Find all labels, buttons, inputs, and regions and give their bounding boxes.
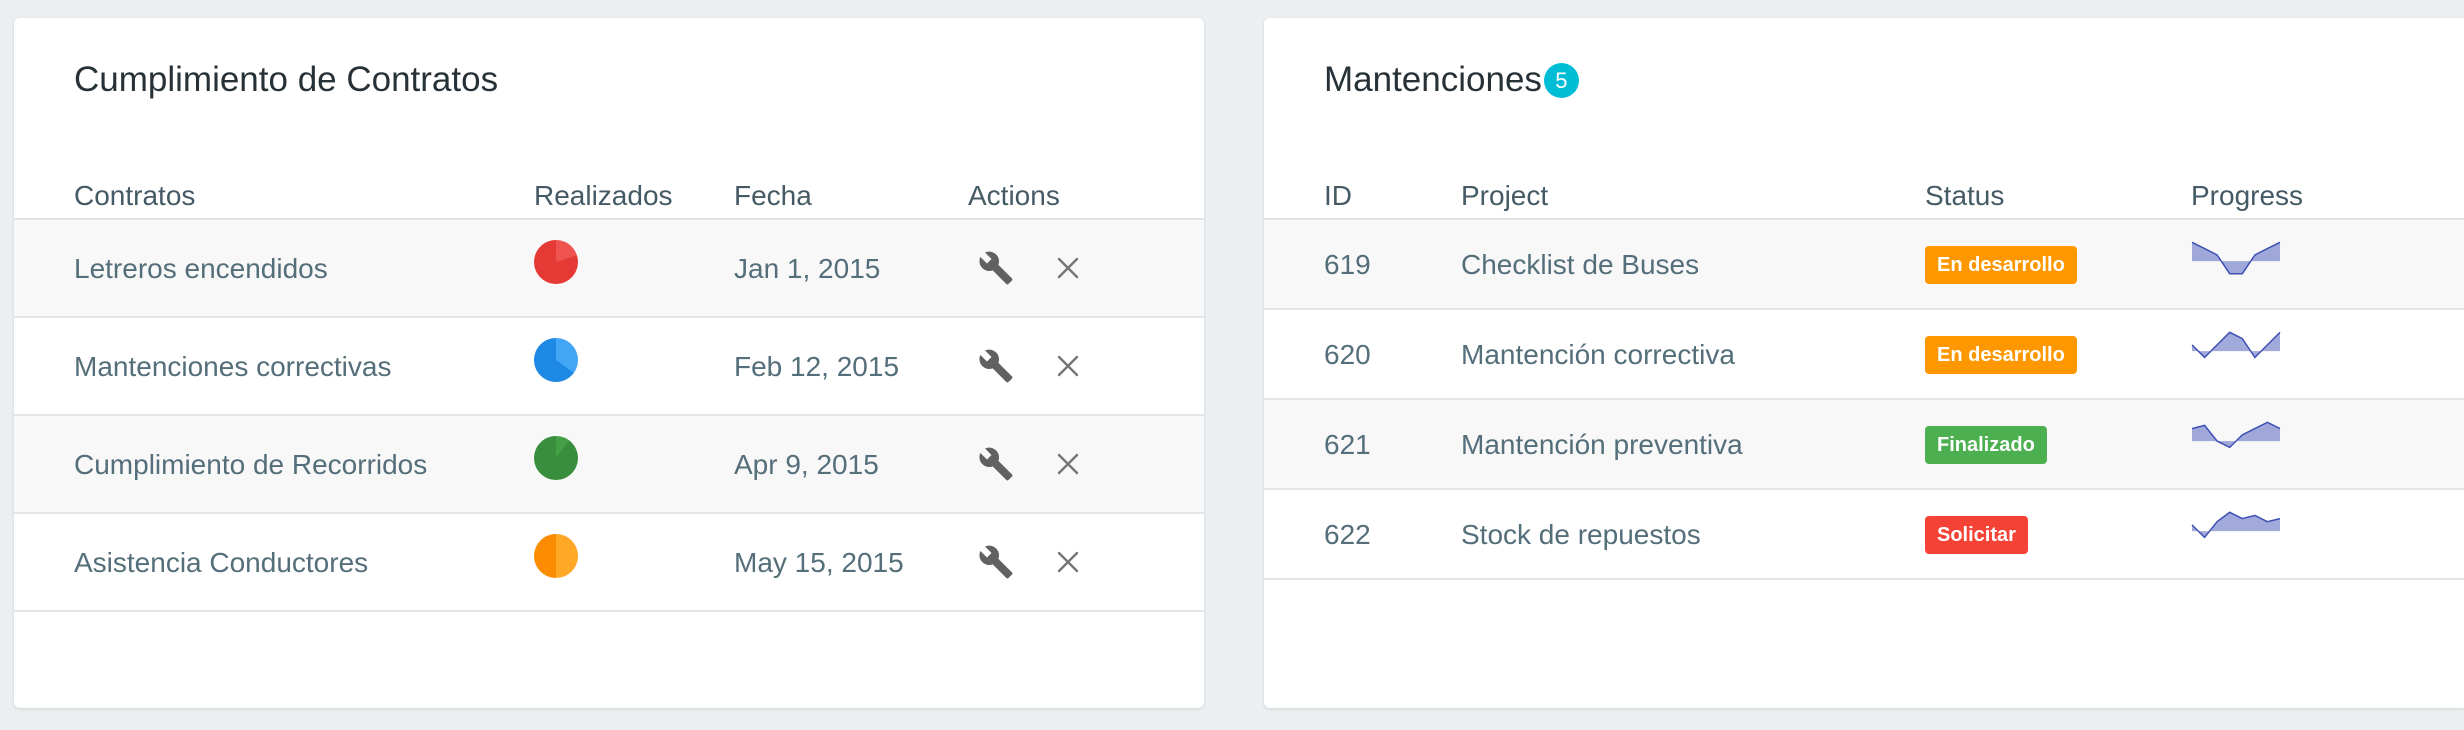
status-badge: Solicitar	[1925, 516, 2028, 554]
contract-name: Cumplimiento de Recorridos	[74, 449, 428, 480]
contract-row: Cumplimiento de Recorridos Apr 9, 2015	[14, 416, 1204, 514]
maintenance-project: Stock de repuestos	[1461, 519, 1701, 550]
close-icon[interactable]	[1050, 446, 1086, 482]
contract-row: Mantenciones correctivas Feb 12, 2015	[14, 318, 1204, 416]
column-header-progress: Progress	[2191, 180, 2304, 211]
maintenance-id: 619	[1324, 249, 1371, 280]
wrench-icon[interactable]	[978, 446, 1014, 482]
maintenance-row: 621 Mantención preventiva Finalizado	[1264, 400, 2464, 490]
maintenance-table-header: ID Project Status Progress	[1264, 158, 2464, 220]
status-badge: Finalizado	[1925, 426, 2047, 464]
column-header-fecha: Fecha	[734, 180, 812, 211]
maintenance-id: 621	[1324, 429, 1371, 460]
wrench-icon[interactable]	[978, 348, 1014, 384]
column-header-project: Project	[1461, 180, 1549, 211]
contract-row: Letreros encendidos Jan 1, 2015	[14, 220, 1204, 318]
maintenance-count-badge: 5	[1543, 62, 1579, 98]
maintenance-row: 622 Stock de repuestos Solicitar	[1264, 490, 2464, 580]
contract-name: Asistencia Conductores	[74, 547, 369, 578]
maintenance-id: 622	[1324, 519, 1371, 550]
contract-date: Apr 9, 2015	[734, 449, 879, 480]
close-icon[interactable]	[1050, 544, 1086, 580]
contract-date: Feb 12, 2015	[734, 351, 900, 382]
wrench-icon[interactable]	[978, 544, 1014, 580]
maintenance-title-text: Mantenciones	[1324, 60, 1542, 99]
column-header-id: ID	[1324, 180, 1352, 211]
column-header-contratos: Contratos	[74, 180, 196, 211]
contract-name: Letreros encendidos	[74, 253, 328, 284]
contract-name: Mantenciones correctivas	[74, 351, 392, 382]
completion-pie-chart	[534, 338, 578, 382]
close-icon[interactable]	[1050, 348, 1086, 384]
contracts-card: Cumplimiento de Contratos Contratos Real…	[14, 18, 1204, 708]
maintenance-row: 619 Checklist de Buses En desarrollo	[1264, 220, 2464, 310]
contract-row: Asistencia Conductores May 15, 2015	[14, 514, 1204, 612]
progress-sparkline	[2191, 421, 2281, 449]
close-icon[interactable]	[1050, 250, 1086, 286]
maintenance-project: Checklist de Buses	[1461, 249, 1700, 280]
maintenance-row: 620 Mantención correctiva En desarrollo	[1264, 310, 2464, 400]
completion-pie-chart	[534, 240, 578, 284]
progress-sparkline	[2191, 511, 2281, 539]
column-header-status: Status	[1925, 180, 2005, 211]
contract-date: Jan 1, 2015	[734, 253, 881, 284]
column-header-realizados: Realizados	[534, 180, 673, 211]
maintenance-card: Mantenciones 5 ID Project Status Progres…	[1264, 18, 2464, 708]
sparkline-area	[2192, 242, 2280, 274]
progress-sparkline	[2191, 331, 2281, 359]
completion-pie-chart	[534, 534, 578, 578]
status-badge: En desarrollo	[1925, 336, 2077, 374]
completion-pie-chart	[534, 436, 578, 480]
contracts-card-title: Cumplimiento de Contratos	[74, 60, 499, 99]
contracts-table-header: Contratos Realizados Fecha Actions	[14, 158, 1204, 220]
maintenance-project: Mantención preventiva	[1461, 429, 1743, 460]
maintenance-card-title: Mantenciones 5	[1324, 60, 1579, 100]
progress-sparkline	[2191, 241, 2281, 275]
contract-date: May 15, 2015	[734, 547, 904, 578]
maintenance-project: Mantención correctiva	[1461, 339, 1735, 370]
wrench-icon[interactable]	[978, 250, 1014, 286]
column-header-actions: Actions	[968, 180, 1060, 211]
maintenance-id: 620	[1324, 339, 1371, 370]
status-badge: En desarrollo	[1925, 246, 2077, 284]
